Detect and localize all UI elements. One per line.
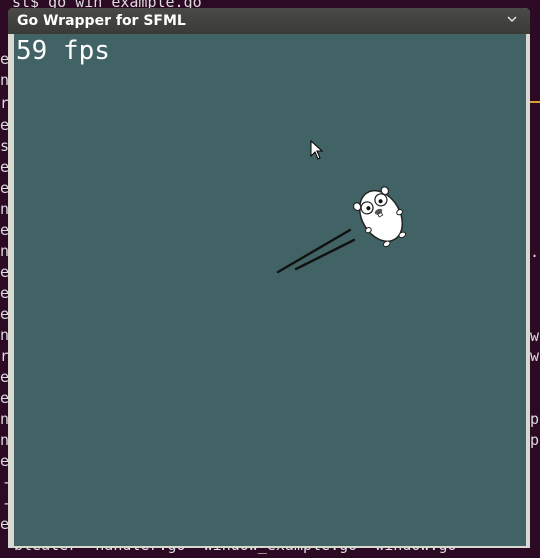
- terminal-fragment: .: [530, 243, 540, 261]
- gopher-sprite-icon: [276, 186, 407, 274]
- terminal-fragment: w: [530, 327, 540, 345]
- mouse-cursor-icon: [310, 140, 324, 160]
- window-title: Go Wrapper for SFML: [17, 13, 186, 29]
- terminal-fragment: w: [530, 347, 540, 365]
- sfml-window[interactable]: Go Wrapper for SFML 59 fps: [8, 8, 530, 548]
- render-canvas[interactable]: 59 fps: [14, 34, 526, 546]
- terminal-fragment: p: [530, 410, 540, 428]
- window-titlebar[interactable]: Go Wrapper for SFML: [8, 8, 530, 34]
- fps-counter: 59 fps: [16, 36, 110, 66]
- terminal-fragment: p: [530, 431, 540, 449]
- chevron-down-icon[interactable]: [504, 13, 520, 29]
